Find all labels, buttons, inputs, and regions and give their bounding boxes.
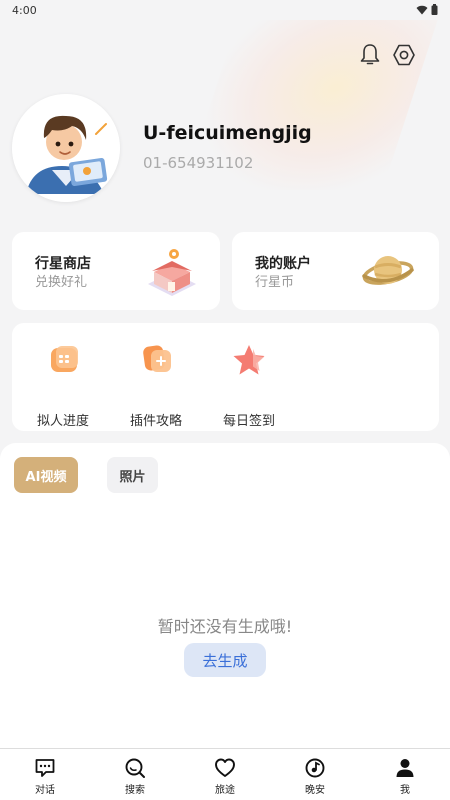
bottom-nav: 对话 搜索 旅途 晚安 我: [0, 748, 450, 800]
avatar[interactable]: [12, 94, 120, 202]
tool-label: 插件攻略: [129, 414, 182, 429]
tool-label: 拟人进度: [36, 414, 89, 429]
tool-daily-checkin[interactable]: 每日签到: [209, 343, 289, 431]
account-subtitle: 行星币: [255, 275, 295, 290]
bell-icon[interactable]: [357, 42, 383, 68]
empty-state-message: 暂时还没有生成哦!: [157, 617, 293, 636]
username: U-feicuimengjig: [143, 122, 312, 144]
chat-icon: [35, 759, 55, 777]
store-subtitle: 兑换好礼: [35, 275, 88, 290]
account-title: 我的账户: [255, 256, 311, 272]
content-sheet: AI视频 照片 暂时还没有生成哦! 去生成: [0, 443, 450, 748]
planet-icon: [362, 256, 414, 285]
star-icon: [233, 345, 265, 375]
nav-label: 对话: [35, 785, 55, 796]
person-icon: [396, 759, 414, 777]
generate-button[interactable]: 去生成: [184, 643, 266, 677]
nav-label: 晚安: [305, 785, 325, 796]
nav-label: 我: [400, 785, 410, 796]
user-id: 01-654931102: [143, 154, 254, 172]
nav-item-journey[interactable]: 旅途: [195, 757, 255, 796]
store-icon: [148, 249, 196, 296]
battery-icon: [431, 4, 438, 15]
nav-item-chat[interactable]: 对话: [15, 757, 75, 796]
status-bar: 4:00: [0, 0, 450, 22]
tool-label: 每日签到: [222, 414, 275, 429]
settings-icon[interactable]: [391, 42, 417, 68]
status-icons: [416, 4, 438, 15]
nav-label: 搜索: [125, 785, 145, 796]
store-title: 行星商店: [35, 256, 91, 272]
nav-item-goodnight[interactable]: 晚安: [285, 757, 345, 796]
tab-photos[interactable]: 照片: [107, 457, 158, 493]
plugin-icon: [143, 345, 171, 372]
tab-ai-video[interactable]: AI视频: [14, 457, 78, 493]
music-note-icon: [305, 758, 325, 778]
tool-plugin-guide[interactable]: 插件攻略: [116, 343, 196, 431]
tool-anthropomorphic-progress[interactable]: 拟人进度: [23, 343, 103, 431]
nav-item-me[interactable]: 我: [375, 757, 435, 796]
calendar-icon: [51, 346, 78, 372]
heart-icon: [215, 758, 235, 777]
status-time: 4:00: [12, 4, 37, 17]
my-account-card[interactable]: 我的账户 行星币: [232, 232, 439, 310]
wifi-icon: [416, 5, 428, 14]
planet-store-card[interactable]: 行星商店 兑换好礼: [12, 232, 220, 310]
tools-card: 拟人进度 插件攻略 每日签到: [12, 323, 439, 431]
search-icon: [125, 758, 145, 778]
nav-label: 旅途: [215, 785, 235, 796]
nav-item-search[interactable]: 搜索: [105, 757, 165, 796]
